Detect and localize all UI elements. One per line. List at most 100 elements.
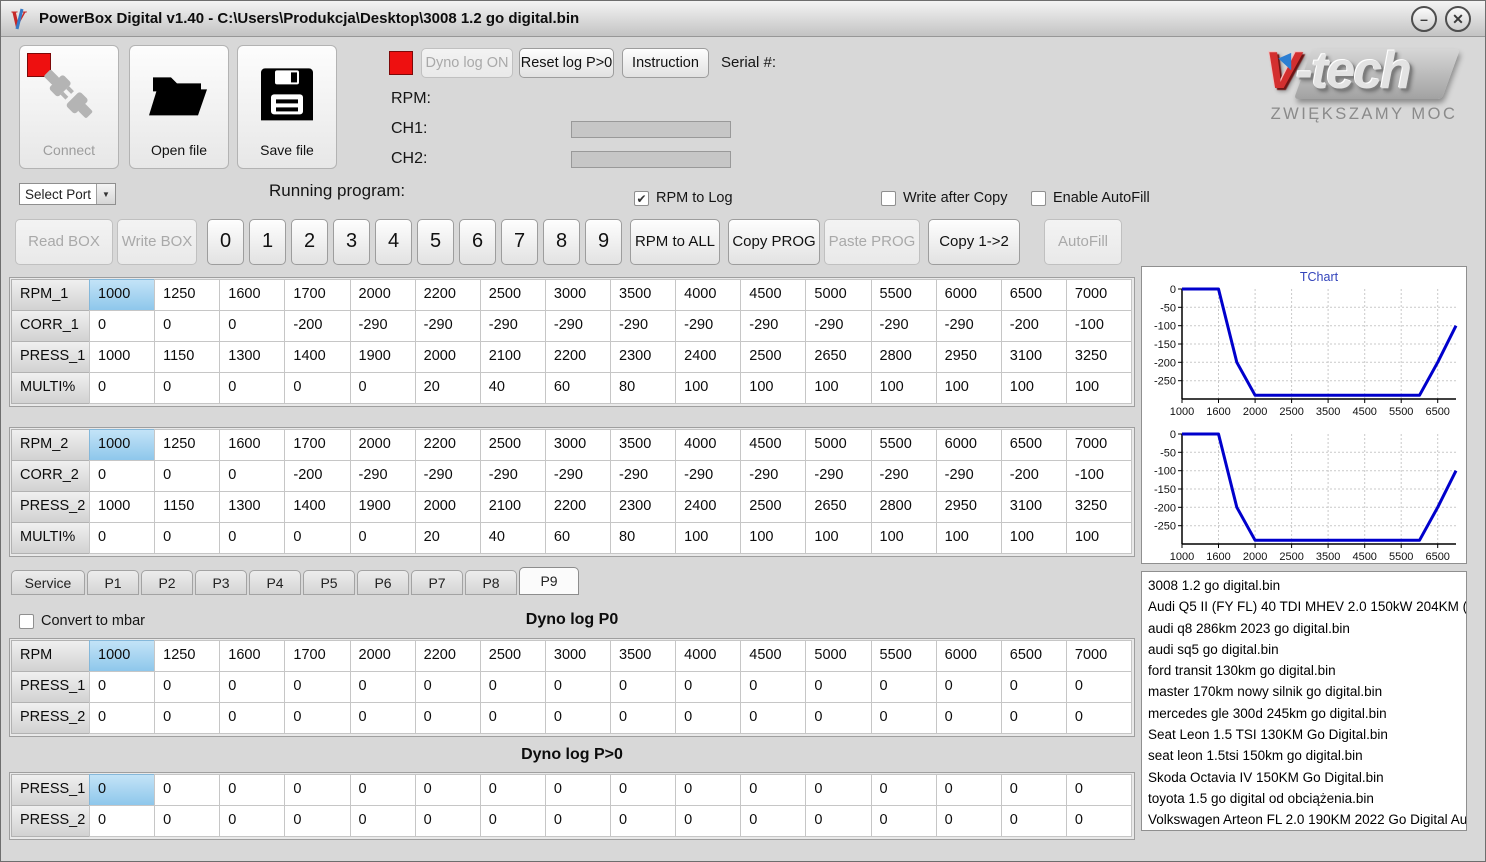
grid-cell[interactable]: 0	[675, 805, 742, 837]
grid-cell[interactable]: 2200	[414, 640, 481, 672]
reset-log-button[interactable]: Reset log P>0	[519, 48, 614, 78]
minimize-button[interactable]: –	[1411, 5, 1437, 32]
grid-cell[interactable]: 100	[935, 522, 1002, 554]
grid-cell[interactable]: 100	[1000, 372, 1067, 404]
grid-cell[interactable]: 2800	[870, 341, 937, 373]
grid-cell[interactable]: 2500	[479, 429, 546, 461]
grid-cell[interactable]: 2300	[610, 341, 677, 373]
grid-cell[interactable]: 0	[89, 702, 156, 734]
grid-cell[interactable]: 0	[805, 671, 872, 703]
grid-cell[interactable]: 3500	[610, 640, 677, 672]
grid-cell[interactable]: 2950	[935, 491, 1002, 523]
grid-cell[interactable]: 2950	[935, 341, 1002, 373]
grid-cell[interactable]: 2400	[675, 491, 742, 523]
write-after-copy-checkbox[interactable]	[881, 190, 896, 206]
dyno-log-on-button[interactable]: Dyno log ON	[421, 48, 513, 78]
grid-cell[interactable]: 0	[610, 702, 677, 734]
grid-cell[interactable]: -290	[544, 310, 611, 342]
grid-cell[interactable]: 0	[479, 702, 546, 734]
grid-cell[interactable]: 20	[414, 522, 481, 554]
grid-cell[interactable]: 0	[414, 805, 481, 837]
grid-cell[interactable]: 100	[740, 522, 807, 554]
grid-cell[interactable]: 3000	[544, 429, 611, 461]
grid-cell[interactable]: 0	[154, 702, 221, 734]
grid-cell[interactable]: 0	[349, 671, 416, 703]
grid-cell[interactable]: -290	[349, 460, 416, 492]
grid-cell[interactable]: 2650	[805, 341, 872, 373]
grid-cell[interactable]: 0	[89, 522, 156, 554]
grid-cell[interactable]: 4500	[740, 640, 807, 672]
grid-cell[interactable]: 0	[284, 702, 351, 734]
grid-cell[interactable]: -290	[675, 310, 742, 342]
grid-cell[interactable]: 0	[870, 702, 937, 734]
grid-cell[interactable]: -290	[740, 310, 807, 342]
grid-cell[interactable]: 100	[675, 372, 742, 404]
grid-cell[interactable]: 5000	[805, 279, 872, 311]
grid-cell[interactable]: 5500	[870, 429, 937, 461]
grid-cell[interactable]: 2650	[805, 491, 872, 523]
grid-cell[interactable]: 6500	[1000, 640, 1067, 672]
grid-cell[interactable]: 1250	[154, 279, 221, 311]
grid-cell[interactable]: 100	[1065, 522, 1132, 554]
grid-cell[interactable]: 2000	[414, 341, 481, 373]
grid-cell[interactable]: 1700	[284, 640, 351, 672]
grid-cell[interactable]: 3500	[610, 429, 677, 461]
grid-cell[interactable]: 1300	[219, 341, 286, 373]
grid-cell[interactable]: 0	[284, 671, 351, 703]
grid-cell[interactable]: 2000	[414, 491, 481, 523]
grid-cell[interactable]: 1000	[89, 491, 156, 523]
close-button[interactable]: ✕	[1445, 5, 1471, 32]
grid-cell[interactable]: 40	[479, 522, 546, 554]
grid-cell[interactable]: 0	[610, 671, 677, 703]
grid-cell[interactable]: 0	[219, 522, 286, 554]
grid-cell[interactable]: 3100	[1000, 341, 1067, 373]
grid-cell[interactable]: -100	[1065, 310, 1132, 342]
grid-cell[interactable]: 0	[414, 671, 481, 703]
grid-cell[interactable]: 60	[544, 522, 611, 554]
grid-cell[interactable]: 0	[219, 774, 286, 806]
grid-cell[interactable]: -290	[610, 310, 677, 342]
program-button-1[interactable]: 1	[249, 219, 286, 265]
tab-p3[interactable]: P3	[195, 570, 247, 595]
grid-cell[interactable]: -200	[284, 460, 351, 492]
grid-cell[interactable]: 0	[805, 805, 872, 837]
grid-cell[interactable]: 0	[1065, 774, 1132, 806]
grid-cell[interactable]: -200	[284, 310, 351, 342]
grid-cell[interactable]: 0	[1065, 671, 1132, 703]
grid-cell[interactable]: 7000	[1065, 279, 1132, 311]
open-file-button[interactable]: Open file	[129, 45, 229, 169]
grid-cell[interactable]: 100	[675, 522, 742, 554]
grid-cell[interactable]: 2000	[349, 279, 416, 311]
grid-cell[interactable]: 6000	[935, 429, 1002, 461]
grid-cell[interactable]: 0	[219, 372, 286, 404]
grid-cell[interactable]: 0	[1000, 774, 1067, 806]
grid-cell[interactable]: 2500	[479, 640, 546, 672]
grid-cell[interactable]: 0	[154, 805, 221, 837]
grid-cell[interactable]: -290	[675, 460, 742, 492]
grid-cell[interactable]: 4500	[740, 279, 807, 311]
grid-cell[interactable]: -290	[740, 460, 807, 492]
grid-cell[interactable]: 0	[740, 805, 807, 837]
grid-cell[interactable]: 1150	[154, 341, 221, 373]
grid-cell[interactable]: 2500	[740, 491, 807, 523]
grid-cell[interactable]: 0	[935, 702, 1002, 734]
grid-cell[interactable]: 5500	[870, 279, 937, 311]
grid-cell[interactable]: 0	[349, 522, 416, 554]
grid-cell[interactable]: 2000	[349, 429, 416, 461]
chevron-down-icon[interactable]: ▼	[96, 184, 115, 204]
grid-cell[interactable]: 0	[610, 805, 677, 837]
grid-cell[interactable]: 2100	[479, 341, 546, 373]
copy-1-2-button[interactable]: Copy 1->2	[928, 219, 1020, 265]
program-button-3[interactable]: 3	[333, 219, 370, 265]
grid-cell[interactable]: -290	[935, 310, 1002, 342]
file-list-item[interactable]: audi q8 286km 2023 go digital.bin	[1148, 618, 1460, 639]
grid-cell[interactable]: 100	[740, 372, 807, 404]
grid-cell[interactable]: 2400	[675, 341, 742, 373]
grid-cell[interactable]: 1600	[219, 429, 286, 461]
grid-cell[interactable]: 0	[805, 774, 872, 806]
grid-cell[interactable]: 0	[935, 805, 1002, 837]
grid-cell[interactable]: 3250	[1065, 491, 1132, 523]
file-list-item[interactable]: Skoda Octavia IV 150KM Go Digital.bin	[1148, 767, 1460, 788]
program-button-8[interactable]: 8	[543, 219, 580, 265]
paste-prog-button[interactable]: Paste PROG	[824, 219, 920, 265]
